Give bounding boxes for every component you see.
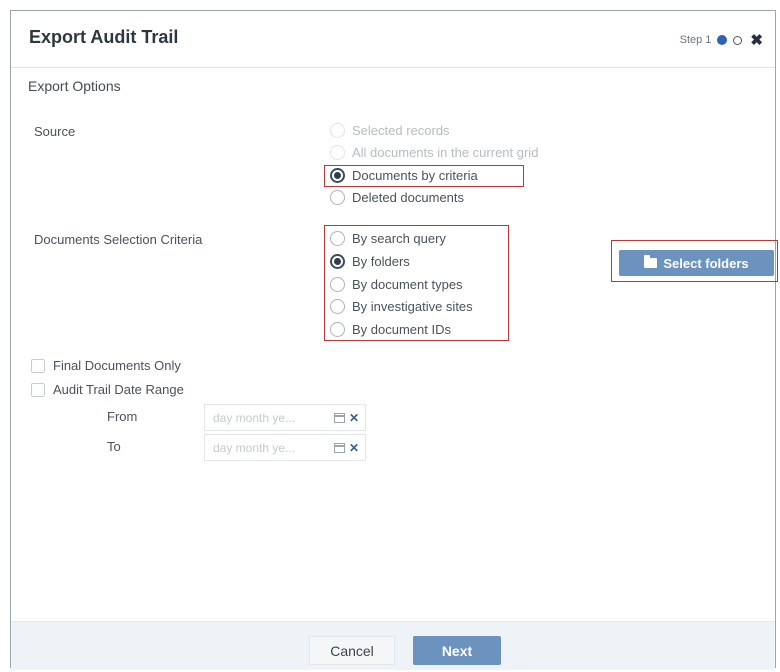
next-button[interactable]: Next <box>413 636 501 665</box>
radio-icon <box>330 122 345 138</box>
calendar-icon[interactable] <box>333 412 345 423</box>
folder-icon <box>644 255 658 268</box>
clear-icon[interactable]: ✕ <box>349 411 359 425</box>
from-date-input[interactable]: day month ye... ✕ <box>204 404 366 431</box>
radio-icon <box>330 230 345 246</box>
criteria-option-document-ids[interactable]: By document IDs <box>330 319 451 339</box>
cancel-button[interactable]: Cancel <box>309 636 395 665</box>
source-option-deleted-documents[interactable]: Deleted documents <box>330 187 464 207</box>
step-1-dot-icon <box>717 35 728 45</box>
radio-icon <box>330 321 345 337</box>
clear-icon[interactable]: ✕ <box>349 441 359 455</box>
step-label: Step 1 <box>679 34 712 46</box>
criteria-option-folders[interactable]: By folders <box>330 251 410 271</box>
radio-icon <box>330 144 345 160</box>
radio-selected-icon <box>330 253 345 269</box>
step-indicator: Step 1 ✖ <box>680 31 763 49</box>
dialog-header: Export Audit Trail Step 1 ✖ <box>11 11 775 68</box>
export-audit-trail-dialog: Export Audit Trail Step 1 ✖ Export Optio… <box>10 10 778 670</box>
from-label: From <box>107 409 138 424</box>
dialog-title: Export Audit Trail <box>29 27 179 47</box>
source-option-selected-records[interactable]: Selected records <box>330 120 450 140</box>
checkbox-icon <box>31 358 45 373</box>
close-icon[interactable]: ✖ <box>750 31 763 49</box>
criteria-option-document-types[interactable]: By document types <box>330 274 463 294</box>
calendar-icon[interactable] <box>333 442 345 453</box>
export-options-title: Export Options <box>28 78 121 94</box>
to-date-placeholder: day month ye... <box>213 440 296 455</box>
audit-trail-date-range-checkbox[interactable]: Audit Trail Date Range <box>31 382 184 397</box>
radio-icon <box>330 189 345 205</box>
to-label: To <box>107 439 121 454</box>
criteria-option-search-query[interactable]: By search query <box>330 228 446 248</box>
source-option-all-documents[interactable]: All documents in the current grid <box>330 142 538 162</box>
radio-icon <box>330 276 345 292</box>
radio-selected-icon <box>330 167 345 183</box>
criteria-label: Documents Selection Criteria <box>34 232 203 247</box>
checkbox-icon <box>31 382 45 397</box>
radio-icon <box>330 298 345 314</box>
criteria-option-investigative-sites[interactable]: By investigative sites <box>330 296 473 316</box>
to-date-input[interactable]: day month ye... ✕ <box>204 434 366 461</box>
dialog-footer: Cancel Next <box>11 621 775 670</box>
source-option-documents-by-criteria[interactable]: Documents by criteria <box>330 165 478 185</box>
final-documents-only-checkbox[interactable]: Final Documents Only <box>31 358 181 373</box>
step-2-dot-icon <box>733 35 743 45</box>
select-folders-button[interactable]: Select folders <box>619 250 774 276</box>
source-label: Source <box>34 124 76 139</box>
from-date-placeholder: day month ye... <box>213 410 296 425</box>
